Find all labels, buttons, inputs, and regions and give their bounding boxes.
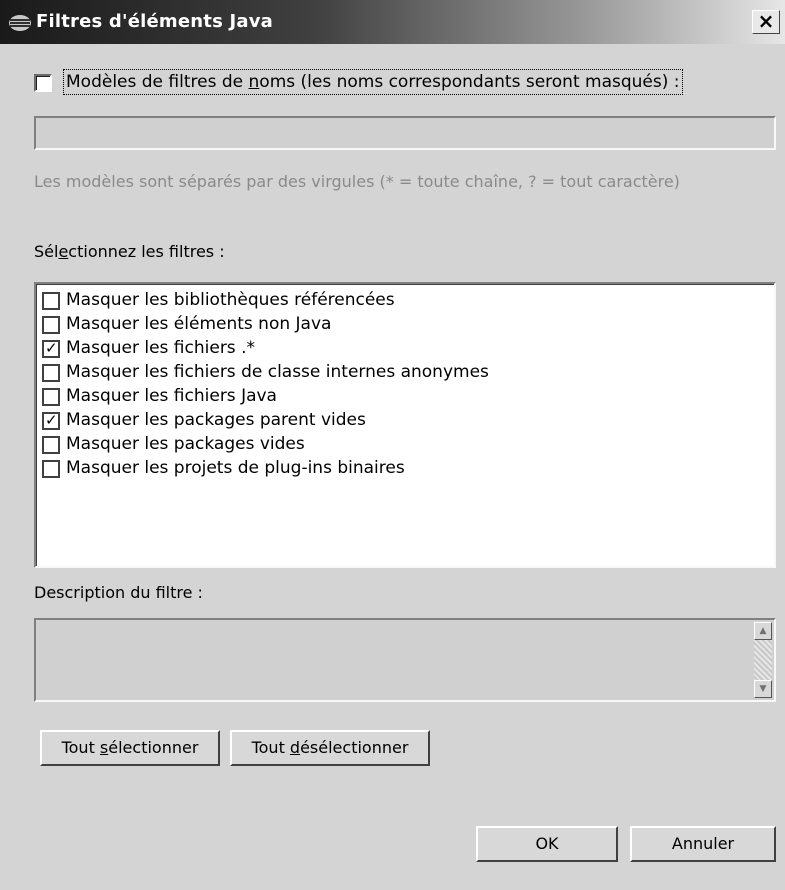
eclipse-icon bbox=[9, 15, 31, 31]
name-patterns-label: Modèles de filtres de noms (les noms cor… bbox=[63, 69, 683, 95]
patterns-hint: Les modèles sont séparés par des virgule… bbox=[34, 172, 680, 191]
dialog-title: Filtres d'éléments Java bbox=[36, 11, 273, 32]
filter-checkbox[interactable] bbox=[42, 316, 60, 334]
description-field[interactable]: ▲ ▼ bbox=[34, 618, 776, 702]
ok-button[interactable]: OK bbox=[476, 826, 618, 862]
filters-label: Sélectionnez les filtres : bbox=[34, 242, 225, 261]
description-scrollbar[interactable]: ▲ ▼ bbox=[754, 622, 772, 698]
filter-item-label: Masquer les packages vides bbox=[66, 434, 305, 454]
scroll-down-icon[interactable]: ▼ bbox=[754, 680, 772, 698]
filter-item-label: Masquer les fichiers .* bbox=[66, 338, 255, 358]
filter-item-label: Masquer les projets de plug-ins binaires bbox=[66, 458, 405, 478]
filter-checkbox[interactable] bbox=[42, 364, 60, 382]
filter-checkbox[interactable] bbox=[42, 460, 60, 478]
filter-item-label: Masquer les fichiers Java bbox=[66, 386, 277, 406]
name-patterns-input[interactable] bbox=[34, 116, 776, 150]
filter-checkbox[interactable]: ✓ bbox=[42, 339, 60, 358]
select-all-button[interactable]: Tout sélectionner bbox=[40, 730, 220, 766]
filter-item-label: Masquer les packages parent vides bbox=[66, 410, 366, 430]
cancel-button[interactable]: Annuler bbox=[630, 826, 776, 862]
scroll-up-icon[interactable]: ▲ bbox=[754, 622, 772, 640]
description-label: Description du filtre : bbox=[34, 583, 203, 602]
filter-item-label: Masquer les fichiers de classe internes … bbox=[66, 362, 489, 382]
filter-list[interactable]: Masquer les bibliothèques référencées Mas… bbox=[34, 282, 776, 568]
filter-item-label: Masquer les bibliothèques référencées bbox=[66, 290, 395, 310]
filter-checkbox[interactable] bbox=[42, 292, 60, 310]
filter-dialog: Filtres d'éléments Java × Modèles de fil… bbox=[0, 0, 785, 890]
name-patterns-checkbox[interactable] bbox=[34, 74, 52, 92]
close-icon: × bbox=[757, 9, 775, 33]
checkmark-icon: ✓ bbox=[45, 411, 58, 429]
filter-checkbox[interactable] bbox=[42, 388, 60, 406]
filter-checkbox[interactable] bbox=[42, 436, 60, 454]
filter-item-label: Masquer les éléments non Java bbox=[66, 314, 332, 334]
deselect-all-button[interactable]: Tout désélectionner bbox=[230, 730, 430, 766]
title-bar[interactable]: Filtres d'éléments Java × bbox=[0, 0, 785, 44]
checkmark-icon: ✓ bbox=[45, 339, 58, 357]
filter-checkbox[interactable]: ✓ bbox=[42, 411, 60, 430]
close-button[interactable]: × bbox=[752, 10, 780, 34]
